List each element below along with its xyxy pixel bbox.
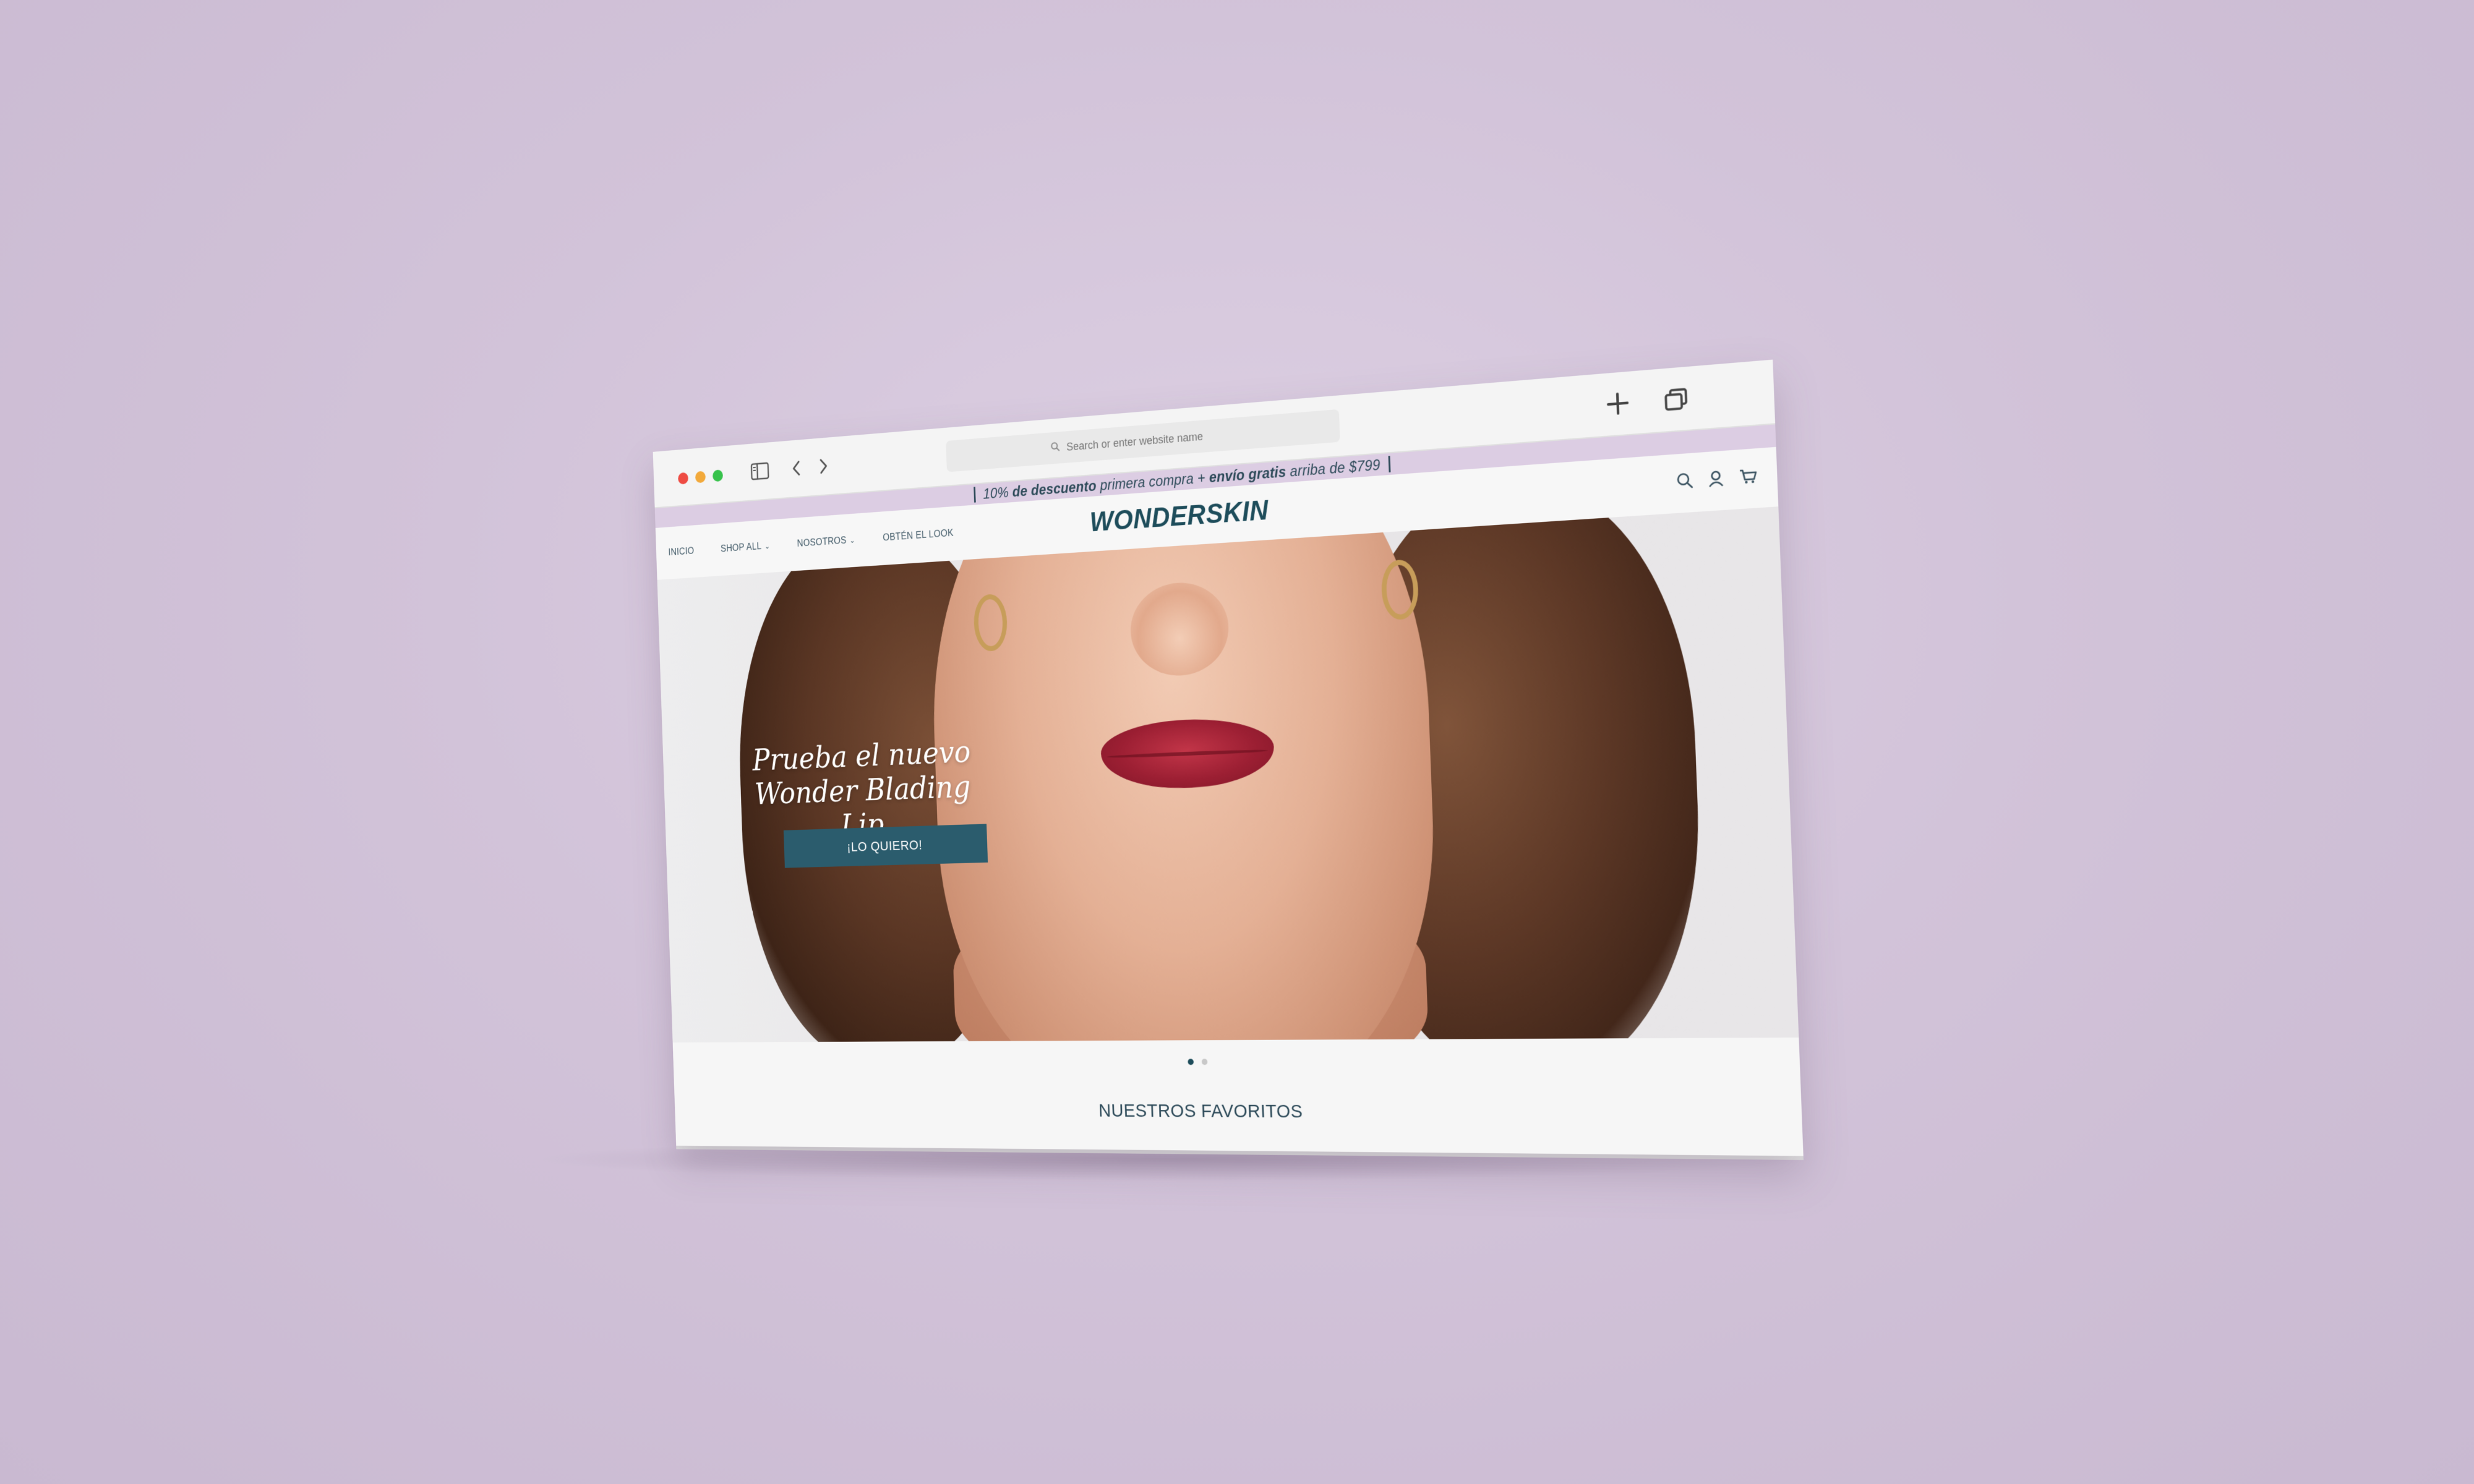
carousel-dot[interactable]: [1201, 1059, 1208, 1065]
browser-window: 10% de descuento primera compra + envío …: [653, 359, 1804, 1156]
hero-banner[interactable]: Prueba el nuevo Wonder Blading Lip ¡LO Q…: [657, 506, 1799, 1043]
nav-item-label: OBTÉN EL LOOK: [883, 528, 954, 544]
hero-cta-button[interactable]: ¡LO QUIERO!: [783, 824, 988, 868]
announcement-free-shipping: envío gratis: [1209, 463, 1286, 485]
carousel-dot-active[interactable]: [1188, 1059, 1194, 1065]
header-actions: [1676, 467, 1758, 493]
search-icon: [1051, 441, 1060, 455]
chevron-down-icon: ⌄: [849, 536, 855, 545]
nav-item-shop-all[interactable]: SHOP ALL ⌄: [721, 541, 770, 555]
back-icon[interactable]: [790, 458, 802, 480]
divider: [974, 487, 976, 503]
address-input[interactable]: [1065, 427, 1228, 454]
sidebar-icon[interactable]: [750, 460, 769, 482]
site-logo[interactable]: WONDERSKIN: [1089, 495, 1269, 538]
nav-item-nosotros[interactable]: NOSOTROS ⌄: [797, 535, 855, 550]
tabs-overview-icon[interactable]: [1663, 386, 1689, 412]
divider: [1388, 456, 1391, 472]
close-window-button[interactable]: [678, 472, 689, 485]
maximize-window-button[interactable]: [712, 469, 724, 482]
new-tab-icon[interactable]: [1604, 391, 1631, 416]
chevron-down-icon: ⌄: [764, 542, 771, 551]
search-icon[interactable]: [1676, 471, 1694, 493]
scene: 10% de descuento primera compra + envío …: [0, 0, 2474, 1484]
main-nav: INICIO SHOP ALL ⌄ NOSOTROS ⌄ OBTÉN EL LO…: [668, 528, 954, 558]
announcement-percent: 10%: [983, 484, 1009, 502]
nav-item-inicio[interactable]: INICIO: [668, 546, 694, 558]
cart-icon[interactable]: [1739, 467, 1758, 488]
nav-item-label: SHOP ALL: [720, 541, 762, 555]
section-title: NUESTROS FAVORITOS: [1098, 1100, 1303, 1122]
nav-item-obten-el-look[interactable]: OBTÉN EL LOOK: [883, 528, 954, 544]
account-icon[interactable]: [1707, 469, 1725, 491]
carousel-dots: [673, 1038, 1801, 1084]
minimize-window-button[interactable]: [695, 471, 706, 484]
forward-icon[interactable]: [818, 455, 829, 477]
nav-item-label: NOSOTROS: [797, 535, 847, 549]
nav-item-label: INICIO: [668, 546, 695, 558]
